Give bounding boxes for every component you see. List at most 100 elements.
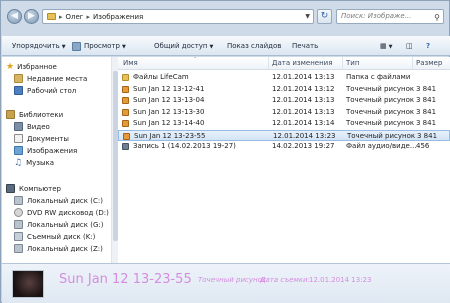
table-row[interactable]: Sun Jan 12 13-14-40 12.01.2014 13:14 Точеч…: [118, 118, 450, 129]
file-list: Имя ˄ Дата изменения Тип Размер Файлы Li…: [118, 57, 450, 263]
dvd-icon: [14, 208, 23, 217]
nav-video[interactable]: Видео: [14, 121, 50, 132]
drive-icon: [14, 220, 23, 229]
print-button[interactable]: Печать: [292, 42, 318, 50]
details-date-label: Дата съемки:: [260, 276, 310, 284]
nav-pictures[interactable]: Изображения: [14, 145, 77, 156]
file-date: 12.01.2014 13:14: [272, 119, 335, 127]
desktop-icon: [14, 86, 23, 95]
file-type: Точечный рисунок: [346, 96, 415, 104]
back-button[interactable]: ◀: [7, 9, 22, 24]
folder-icon: [47, 13, 56, 20]
file-date: 12.01.2014 13:12: [272, 84, 335, 93]
file-type: Точечный рисунок: [346, 107, 415, 116]
preview-pane-button[interactable]: ◫: [406, 42, 413, 50]
nav-drive-d[interactable]: DVD RW дисковод (D:) I: [14, 207, 113, 218]
file-size: 456: [416, 142, 430, 150]
breadcrumb-pictures[interactable]: Изображения: [93, 13, 143, 21]
image-icon: [122, 120, 129, 127]
file-thumbnail: [12, 270, 44, 298]
video-icon: [14, 122, 23, 131]
forward-button[interactable]: ▶: [24, 9, 39, 24]
nav-scrollbar[interactable]: [111, 57, 118, 263]
file-size: 3 841: [416, 84, 437, 93]
column-type[interactable]: Тип: [346, 59, 359, 67]
view-icon: [72, 42, 81, 51]
details-date-value[interactable]: 12.01.2014 13:23: [309, 276, 371, 284]
file-date: 12.01.2014 13:13: [272, 107, 335, 116]
file-type: Папка с файлами: [346, 73, 411, 81]
nav-drive-c[interactable]: Локальный диск (C:): [14, 195, 103, 206]
nav-documents[interactable]: Документы: [14, 133, 69, 144]
table-row[interactable]: Sun Jan 12 13-23-55 12.01.2014 13:23 Точеч…: [118, 129, 450, 141]
file-size: 3 841: [416, 96, 437, 104]
file-size: 3 841: [417, 131, 438, 140]
navigation-pane: ★ Избранное Недавние места Рабочий стол …: [2, 57, 115, 263]
table-row[interactable]: Файлы LifeCam 12.01.2014 13:13 Папка с фай…: [118, 72, 450, 83]
file-type: Точечный рисунок: [346, 84, 415, 93]
nav-drive-z[interactable]: Локальный диск (Z:): [14, 243, 103, 254]
search-input[interactable]: Поиск: Изображе... ⚲: [336, 9, 444, 24]
nav-music[interactable]: ♫ Музыка: [14, 157, 54, 168]
table-row[interactable]: Запись 1 (14.02.2013 19-27) 14.02.2013 19…: [118, 141, 450, 152]
nav-drive-g[interactable]: Локальный диск (G:): [14, 219, 103, 230]
file-name: Sun Jan 12 13-14-40: [133, 119, 205, 127]
table-row[interactable]: Sun Jan 12 13-12-41 12.01.2014 13:12 Точеч…: [118, 84, 450, 95]
libraries-icon: [6, 110, 15, 119]
file-name: Sun Jan 12 13-23-55: [134, 131, 206, 140]
file-date: 12.01.2014 13:13: [272, 73, 335, 81]
nav-favorites[interactable]: ★ Избранное: [6, 61, 57, 72]
column-date[interactable]: Дата изменения: [272, 59, 332, 67]
details-file-name: Sun Jan 12 13-23-55: [59, 272, 192, 287]
column-header: Имя ˄ Дата изменения Тип Размер: [118, 57, 450, 70]
folder-icon: [122, 74, 129, 81]
file-size: 3 841: [416, 119, 437, 127]
organize-button[interactable]: Упорядочить ▼: [12, 42, 66, 50]
view-button[interactable]: Просмотр ▼: [84, 42, 126, 50]
drive-icon: [14, 244, 23, 253]
file-type: Точечный рисунок: [346, 119, 415, 127]
nav-computer[interactable]: Компьютер: [6, 183, 61, 194]
search-placeholder: Поиск: Изображе...: [341, 12, 412, 20]
column-size[interactable]: Размер: [416, 59, 442, 67]
view-options-button[interactable]: ▦ ▼: [380, 42, 392, 50]
nav-libraries[interactable]: Библиотеки: [6, 109, 63, 120]
pictures-icon: [14, 146, 23, 155]
media-icon: [122, 143, 129, 150]
nav-recent-places[interactable]: Недавние места: [14, 73, 87, 84]
chevron-down-icon[interactable]: ▼: [305, 13, 310, 20]
breadcrumb-user[interactable]: Олег: [66, 13, 84, 21]
refresh-button[interactable]: ↻: [317, 9, 332, 24]
file-name: Запись 1 (14.02.2013 19-27): [133, 142, 236, 150]
image-icon: [123, 132, 130, 140]
file-name: Файлы LifeCam: [133, 73, 189, 81]
nav-desktop[interactable]: Рабочий стол: [14, 85, 76, 96]
file-size: 3 841: [416, 107, 437, 116]
sort-chevron-icon: ˄: [194, 57, 197, 63]
details-pane: Sun Jan 12 13-23-55 Точечный рисунок Дат…: [2, 263, 450, 303]
file-name: Sun Jan 12 13-13-04: [133, 96, 205, 104]
file-name: Sun Jan 12 13-12-41: [133, 84, 205, 93]
table-row[interactable]: Sun Jan 12 13-13-04 12.01.2014 13:13 Точеч…: [118, 95, 450, 106]
address-bar[interactable]: ▸ Олег ▸ Изображения ▼: [42, 9, 314, 24]
image-icon: [122, 85, 129, 93]
documents-icon: [14, 134, 23, 143]
table-row[interactable]: Sun Jan 12 13-13-30 12.01.2014 13:13 Точеч…: [118, 107, 450, 118]
help-icon[interactable]: ?: [426, 42, 430, 50]
explorer-window: ◀ ▶ ▸ Олег ▸ Изображения ▼ ↻ Поиск: Изоб…: [0, 0, 450, 303]
nav-drive-k[interactable]: Съемный диск (K:): [14, 231, 95, 242]
file-name: Sun Jan 12 13-13-30: [133, 107, 205, 116]
details-file-type: Точечный рисунок: [198, 276, 267, 284]
image-icon: [122, 108, 129, 116]
search-icon[interactable]: ⚲: [434, 11, 440, 24]
removable-drive-icon: [14, 232, 23, 241]
image-icon: [122, 97, 129, 104]
command-bar: Упорядочить ▼ Просмотр ▼ Общий доступ ▼ Пок…: [2, 36, 450, 56]
column-name[interactable]: Имя: [123, 59, 138, 67]
share-button[interactable]: Общий доступ ▼: [154, 42, 213, 50]
file-type: Файл аудио/виде...: [346, 142, 417, 150]
file-date: 14.02.2013 19:27: [272, 142, 335, 150]
file-date: 12.01.2014 13:23: [273, 131, 336, 140]
recent-places-icon: [14, 74, 23, 83]
slideshow-button[interactable]: Показ слайдов: [227, 42, 281, 50]
